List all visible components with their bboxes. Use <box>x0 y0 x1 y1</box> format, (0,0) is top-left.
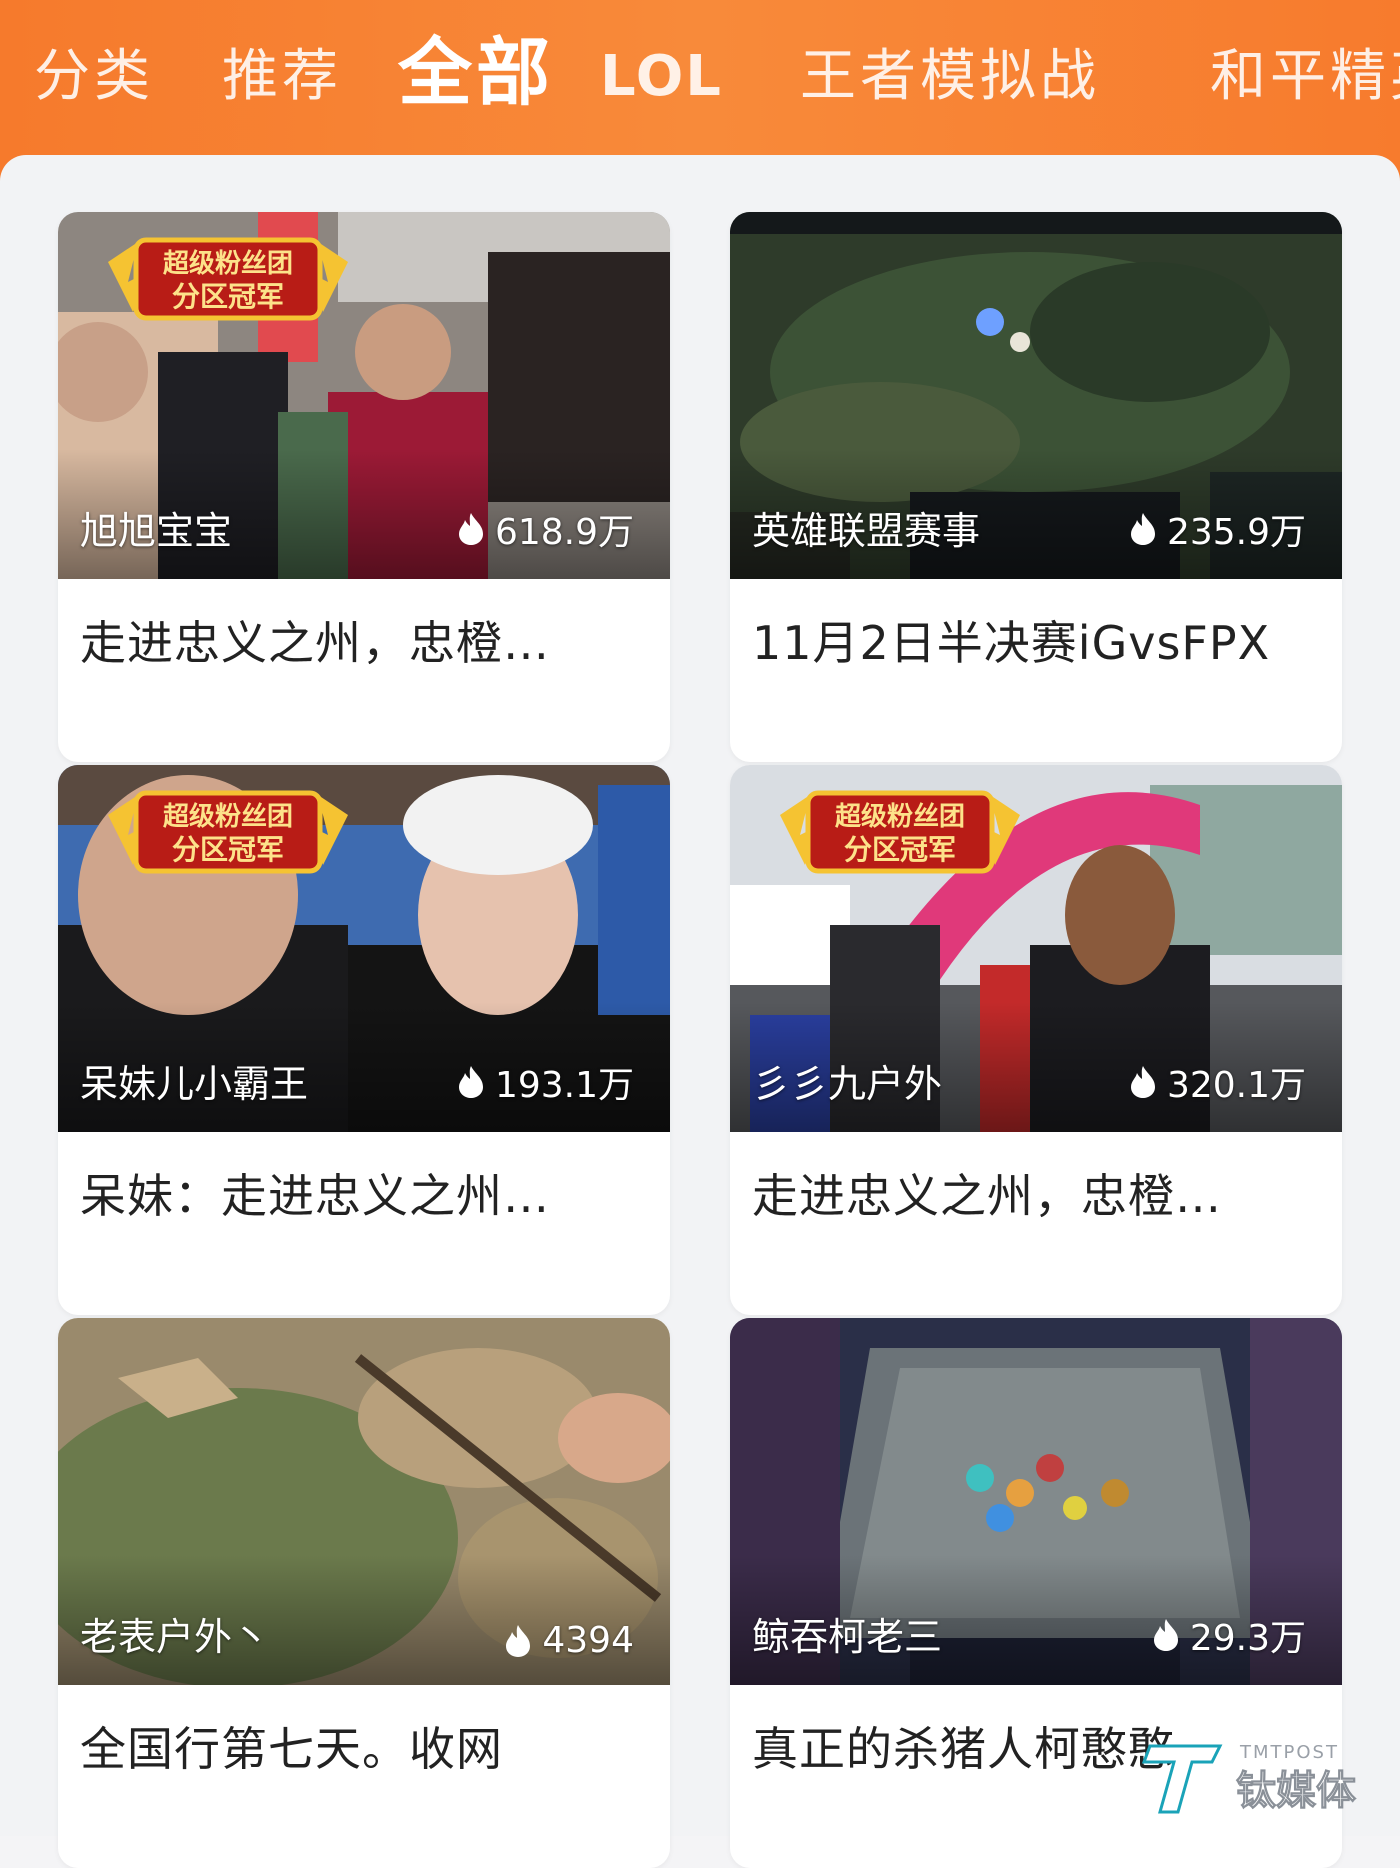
popularity-value: 320.1万 <box>1166 1065 1306 1106</box>
fan-club-champion-badge: 超级粉丝团 分区冠军 <box>108 790 348 874</box>
stream-thumbnail: 鲸吞柯老三 29.3万 <box>730 1318 1342 1685</box>
streamer-name: 鲸吞柯老三 <box>752 1615 943 1659</box>
popularity-count: 618.9万 <box>457 503 634 555</box>
tab-recommend[interactable]: 推荐 <box>222 22 342 132</box>
svg-text:超级粉丝团: 超级粉丝团 <box>163 801 293 832</box>
svg-text:钛媒体: 钛媒体 <box>1236 1768 1356 1814</box>
svg-text:分区冠军: 分区冠军 <box>172 833 284 866</box>
streamer-name: 老表户外丶 <box>80 1615 271 1659</box>
svg-text:超级粉丝团: 超级粉丝团 <box>163 248 293 279</box>
popularity-value: 235.9万 <box>1166 512 1306 553</box>
stream-title: 呆妹：走进忠义之州… <box>80 1169 550 1223</box>
popularity-count: 4394 <box>504 1620 634 1661</box>
flame-icon <box>458 1066 483 1098</box>
tab-lol[interactable]: LOL <box>600 22 723 132</box>
svg-text:分区冠军: 分区冠军 <box>172 280 284 313</box>
popularity-value: 29.3万 <box>1189 1618 1306 1659</box>
popularity-count: 193.1万 <box>457 1056 634 1108</box>
svg-text:分区冠军: 分区冠军 <box>844 833 956 866</box>
stream-card[interactable]: 超级粉丝团 分区冠军 彡彡九户外 320.1万 走进忠义之州，忠橙… <box>730 765 1342 1315</box>
popularity-count: 320.1万 <box>1129 1056 1306 1108</box>
stream-title: 全国行第七天。收网 <box>80 1722 503 1776</box>
svg-text:TMTPOST: TMTPOST <box>1239 1742 1339 1763</box>
streamer-name: 旭旭宝宝 <box>80 509 233 553</box>
popularity-count: 29.3万 <box>1152 1609 1306 1661</box>
stream-thumbnail: 老表户外丶 4394 <box>58 1318 670 1685</box>
flame-icon <box>1130 513 1155 545</box>
svg-text:超级粉丝团: 超级粉丝团 <box>835 801 965 832</box>
streamer-name: 彡彡九户外 <box>752 1062 943 1106</box>
tab-all[interactable]: 全部 <box>398 22 554 128</box>
tab-king-chess[interactable]: 王者模拟战 <box>800 22 1100 132</box>
stream-title: 11月2日半决赛iGvsFPX <box>752 616 1271 670</box>
flame-icon <box>506 1624 531 1657</box>
flame-icon <box>1153 1619 1178 1651</box>
flame-icon <box>1130 1066 1155 1098</box>
stream-card[interactable]: 超级粉丝团 分区冠军 呆妹儿小霸王 193.1万 呆妹：走进忠义之州… <box>58 765 670 1315</box>
stream-thumbnail: 英雄联盟赛事 235.9万 <box>730 212 1342 579</box>
popularity-count: 235.9万 <box>1129 503 1306 555</box>
tab-category[interactable]: 分类 <box>34 22 154 132</box>
stream-title: 走进忠义之州，忠橙… <box>752 1169 1222 1223</box>
streamer-name: 英雄联盟赛事 <box>752 509 981 553</box>
stream-thumbnail: 超级粉丝团 分区冠军 呆妹儿小霸王 193.1万 <box>58 765 670 1132</box>
popularity-value: 193.1万 <box>494 1065 634 1106</box>
stream-title: 走进忠义之州，忠橙… <box>80 616 550 670</box>
stream-card[interactable]: 超级粉丝团 分区冠军 旭旭宝宝 618.9万 走进忠义之州，忠橙… <box>58 212 670 762</box>
stream-thumbnail: 超级粉丝团 分区冠军 旭旭宝宝 618.9万 <box>58 212 670 579</box>
fan-club-champion-badge: 超级粉丝团 分区冠军 <box>108 237 348 321</box>
popularity-value: 4394 <box>542 1620 634 1661</box>
streamer-name: 呆妹儿小霸王 <box>80 1062 309 1106</box>
stream-thumbnail: 超级粉丝团 分区冠军 彡彡九户外 320.1万 <box>730 765 1342 1132</box>
fan-club-champion-badge: 超级粉丝团 分区冠军 <box>780 790 1020 874</box>
tmtpost-watermark: TMTPOST 钛媒体 <box>1141 1742 1357 1815</box>
stream-card[interactable]: 老表户外丶 4394 全国行第七天。收网 <box>58 1318 670 1868</box>
flame-icon <box>458 513 483 545</box>
stream-card[interactable]: 英雄联盟赛事 235.9万 11月2日半决赛iGvsFPX <box>730 212 1342 762</box>
tab-pubg-mobile[interactable]: 和平精英 <box>1210 22 1400 132</box>
popularity-value: 618.9万 <box>494 512 634 553</box>
category-tabs: 分类 推荐 全部 LOL 王者模拟战 和平精英 <box>0 22 1400 132</box>
